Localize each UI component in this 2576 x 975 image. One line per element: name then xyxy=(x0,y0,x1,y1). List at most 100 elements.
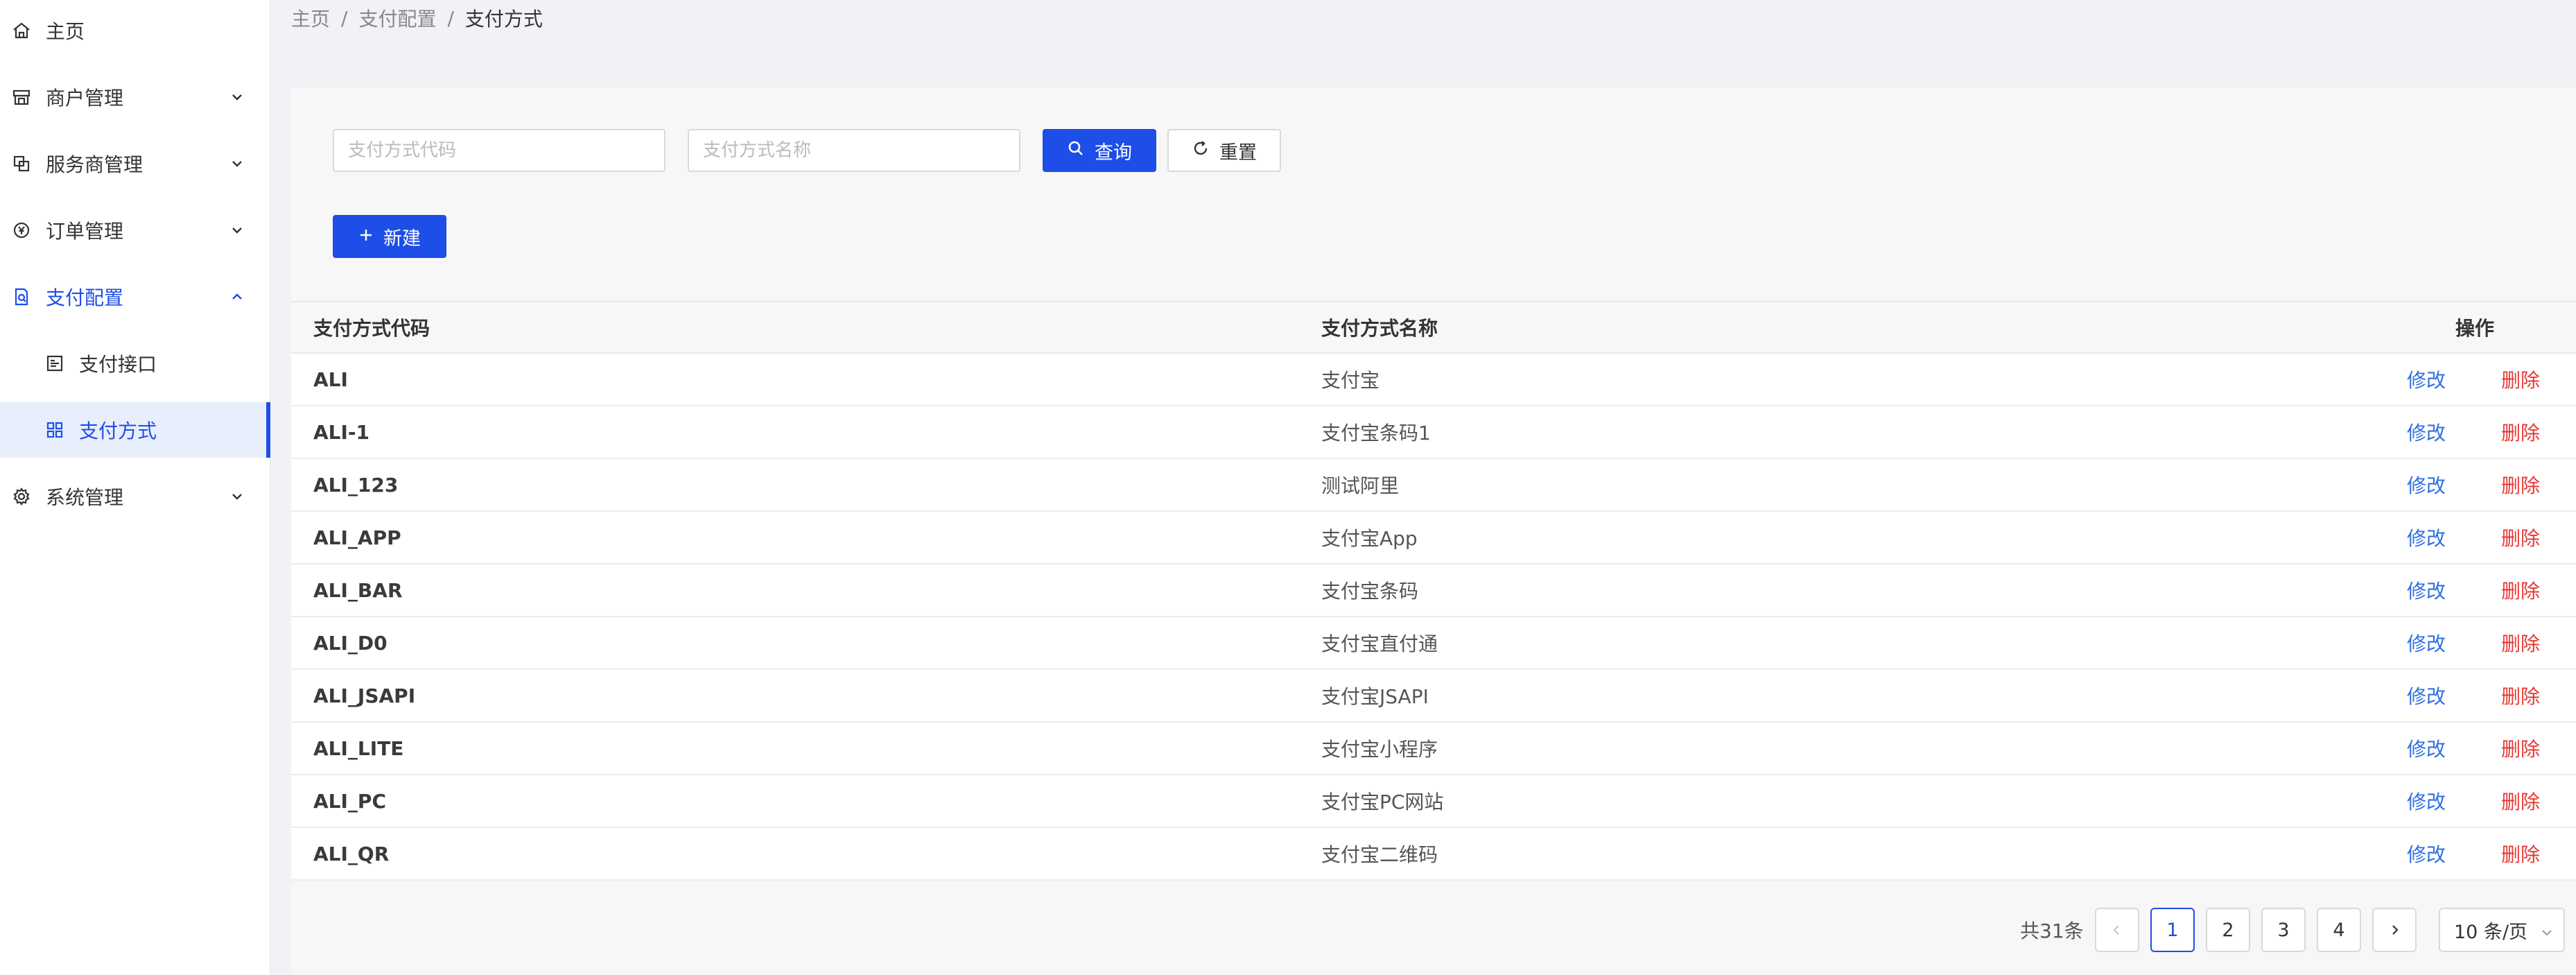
row-name: 支付宝条码1 xyxy=(1321,422,1431,445)
sidebar-item-system[interactable]: 系统管理 xyxy=(0,469,270,524)
sidebar-item-payment-interface[interactable]: 支付接口 xyxy=(0,336,270,391)
edit-link[interactable]: 修改 xyxy=(2407,512,2446,563)
next-page-button[interactable] xyxy=(2372,908,2417,952)
edit-link[interactable]: 修改 xyxy=(2407,828,2446,879)
name-search-input[interactable] xyxy=(688,129,1020,172)
row-code: ALI_JSAPI xyxy=(313,684,416,707)
sidebar-item-orders[interactable]: 订单管理 xyxy=(0,202,270,258)
sidebar-item-label: 支付方式 xyxy=(79,420,157,442)
pagination: 共31条 1 2 3 4 10 条/页 xyxy=(291,908,2576,952)
breadcrumb-current: 支付方式 xyxy=(464,8,543,31)
reset-button-label: 重置 xyxy=(1219,141,1257,164)
row-name: 支付宝二维码 xyxy=(1321,843,1438,866)
sidebar-item-label: 订单管理 xyxy=(46,220,124,243)
edit-link[interactable]: 修改 xyxy=(2407,459,2446,510)
row-code: ALI_APP xyxy=(313,526,401,549)
sidebar: 主页 商户管理 服务商管理 订单管理 支付配置 支付接口 支付方式 系统管理 xyxy=(0,0,270,975)
prev-page-button[interactable] xyxy=(2095,908,2139,952)
row-name: 支付宝小程序 xyxy=(1321,738,1438,761)
edit-link[interactable]: 修改 xyxy=(2407,670,2446,721)
row-name: 支付宝App xyxy=(1321,527,1418,550)
page-size-select[interactable]: 10 条/页 xyxy=(2439,908,2565,952)
table-row: ALI_QR 支付宝二维码 修改 删除 xyxy=(291,828,2576,881)
page-button-4[interactable]: 4 xyxy=(2317,908,2361,952)
edit-link[interactable]: 修改 xyxy=(2407,564,2446,616)
search-icon xyxy=(1067,139,1085,162)
edit-link[interactable]: 修改 xyxy=(2407,406,2446,458)
breadcrumb-home[interactable]: 主页 xyxy=(291,4,330,32)
breadcrumb: 主页 / 支付配置 / 支付方式 xyxy=(291,4,543,32)
delete-link[interactable]: 删除 xyxy=(2501,354,2540,405)
sidebar-item-label: 系统管理 xyxy=(46,486,124,509)
file-search-icon xyxy=(11,286,32,307)
delete-link[interactable]: 删除 xyxy=(2501,459,2540,510)
breadcrumb-separator: / xyxy=(447,6,454,30)
sidebar-item-label: 支付配置 xyxy=(46,286,124,309)
chevron-down-icon xyxy=(229,222,245,239)
chevron-down-icon xyxy=(229,89,245,105)
reset-button[interactable]: 重置 xyxy=(1167,129,1281,172)
row-code: ALI-1 xyxy=(313,420,370,444)
row-name: 支付宝PC网站 xyxy=(1321,791,1444,813)
delete-link[interactable]: 删除 xyxy=(2501,723,2540,774)
delete-link[interactable]: 删除 xyxy=(2501,617,2540,668)
row-code: ALI_BAR xyxy=(313,578,403,602)
sidebar-item-label: 商户管理 xyxy=(46,87,124,110)
sidebar-item-provider[interactable]: 服务商管理 xyxy=(0,136,270,191)
sidebar-item-label: 支付接口 xyxy=(79,353,157,376)
sidebar-item-label: 服务商管理 xyxy=(46,153,143,176)
sidebar-item-payment-method[interactable]: 支付方式 xyxy=(0,402,270,458)
copy-icon xyxy=(11,153,32,174)
delete-link[interactable]: 删除 xyxy=(2501,828,2540,879)
table-row: ALI_D0 支付宝直付通 修改 删除 xyxy=(291,617,2576,670)
table-row: ALI_PC 支付宝PC网站 修改 删除 xyxy=(291,775,2576,828)
home-icon xyxy=(11,20,32,41)
edit-link[interactable]: 修改 xyxy=(2407,617,2446,668)
table-row: ALI_LITE 支付宝小程序 修改 删除 xyxy=(291,723,2576,775)
row-code: ALI_123 xyxy=(313,473,399,497)
delete-link[interactable]: 删除 xyxy=(2501,564,2540,616)
edit-link[interactable]: 修改 xyxy=(2407,354,2446,405)
breadcrumb-parent[interactable]: 支付配置 xyxy=(358,4,436,32)
page-size-value: 10 条/页 xyxy=(2454,921,2528,943)
delete-link[interactable]: 删除 xyxy=(2501,775,2540,827)
breadcrumb-separator: / xyxy=(341,6,348,30)
delete-link[interactable]: 删除 xyxy=(2501,670,2540,721)
content-card: 查询 重置 新建 支付方式代码 支付方式名称 操作 ALI支付宝修改删除ALI-… xyxy=(291,87,2576,975)
chevron-down-icon xyxy=(229,488,245,505)
app-root: 主页 商户管理 服务商管理 订单管理 支付配置 支付接口 支付方式 系统管理 主… xyxy=(0,0,2576,975)
delete-link[interactable]: 删除 xyxy=(2501,406,2540,458)
table-body: ALI 支付宝 修改 删除 ALI-1 支付宝条码1 修改 删除 ALI_123 测试阿里 修改 删除… xyxy=(291,354,2576,881)
table-row: ALI_JSAPI 支付宝JSAPI 修改 删除 xyxy=(291,670,2576,723)
chevron-down-icon xyxy=(2540,923,2554,937)
table-row: ALI_123 测试阿里 修改 删除 xyxy=(291,459,2576,512)
sidebar-item-merchant[interactable]: 商户管理 xyxy=(0,69,270,125)
chevron-right-icon xyxy=(2388,920,2401,941)
table-row: ALI_APP 支付宝App 修改 删除 xyxy=(291,512,2576,564)
chevron-left-icon xyxy=(2111,920,2123,941)
code-search-input[interactable] xyxy=(333,129,665,172)
sidebar-item-payment-config[interactable]: 支付配置 xyxy=(0,269,270,325)
row-name: 支付宝直付通 xyxy=(1321,632,1438,655)
plus-icon xyxy=(358,226,374,248)
page-button-2[interactable]: 2 xyxy=(2206,908,2250,952)
setting-icon xyxy=(11,486,32,507)
search-button-label: 查询 xyxy=(1095,141,1132,164)
column-header-name: 支付方式名称 xyxy=(1321,317,1438,340)
search-button[interactable]: 查询 xyxy=(1043,129,1156,172)
table-row: ALI-1 支付宝条码1 修改 删除 xyxy=(291,406,2576,459)
row-code: ALI xyxy=(313,368,348,391)
row-code: ALI_PC xyxy=(313,789,386,813)
page-button-3[interactable]: 3 xyxy=(2261,908,2306,952)
appstore-icon xyxy=(44,420,65,440)
row-name: 支付宝条码 xyxy=(1321,580,1419,603)
edit-link[interactable]: 修改 xyxy=(2407,723,2446,774)
sidebar-item-home[interactable]: 主页 xyxy=(0,3,270,58)
chevron-down-icon xyxy=(229,155,245,172)
add-new-button[interactable]: 新建 xyxy=(333,215,446,258)
chevron-up-icon xyxy=(229,288,245,305)
edit-link[interactable]: 修改 xyxy=(2407,775,2446,827)
page-button-1[interactable]: 1 xyxy=(2150,908,2195,952)
pagination-total: 共31条 xyxy=(2020,920,2084,942)
delete-link[interactable]: 删除 xyxy=(2501,512,2540,563)
